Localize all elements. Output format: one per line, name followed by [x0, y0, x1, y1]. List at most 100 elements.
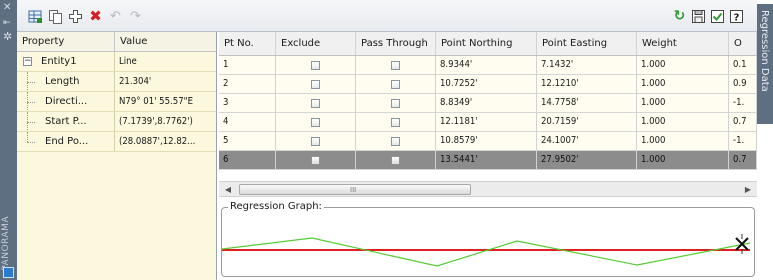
column-header-exclude[interactable]: Exclude [276, 32, 356, 55]
property-row-entity[interactable]: − Entity1 Line [17, 52, 216, 72]
table-row[interactable]: 4 12.1181' 20.7159' 1.000 0.7 [219, 113, 757, 132]
scroll-right-icon[interactable]: ▶ [743, 184, 753, 195]
refresh-icon[interactable]: ↻ [672, 9, 687, 24]
pass-through-cell [356, 151, 436, 169]
collapse-icon[interactable]: − [23, 57, 32, 66]
property-value: N79° 01' 55.57"E [119, 96, 193, 107]
easting-cell[interactable]: 20.7159' [537, 113, 637, 131]
close-icon[interactable]: ✕ [3, 3, 11, 13]
easting-cell[interactable]: 27.9502' [537, 151, 637, 169]
northing-cell[interactable]: 8.9344' [436, 56, 537, 74]
pass-through-checkbox[interactable] [391, 60, 400, 70]
pass-through-checkbox[interactable] [391, 98, 400, 108]
easting-cell[interactable]: 14.7758' [537, 94, 637, 112]
weight-cell[interactable]: 1.000 [637, 94, 729, 112]
pass-through-checkbox[interactable] [391, 79, 400, 89]
properties-icon[interactable]: ✲ [3, 31, 12, 42]
horizontal-scrollbar[interactable]: ◀ III ▶ [219, 181, 757, 197]
redo-icon[interactable]: ↷ [128, 9, 143, 24]
panorama-label: PANORAMA [1, 216, 11, 271]
exclude-checkbox[interactable] [311, 155, 320, 165]
property-value: 21.304' [119, 76, 152, 87]
easting-cell[interactable]: 7.1432' [537, 56, 637, 74]
truncated-cell: 0.9 [729, 75, 757, 93]
table-row[interactable]: 1 8.9344' 7.1432' 1.000 0.1 [219, 56, 757, 75]
property-row-length[interactable]: Length 21.304' [17, 72, 216, 92]
help-icon[interactable]: ? [729, 9, 744, 24]
toolbar: ✖ ↶ ↷ ↻ ? [17, 0, 757, 32]
easting-cell[interactable]: 24.1007' [537, 132, 637, 150]
palette-strip: ✕ ⇤ ✲ PANORAMA [0, 0, 17, 280]
delete-icon[interactable]: ✖ [88, 9, 103, 24]
property-column-header[interactable]: Property [17, 32, 115, 51]
regression-graph-panel: Regression Graph: [221, 201, 755, 277]
add-icon[interactable] [68, 9, 83, 24]
exclude-cell [276, 94, 356, 112]
weight-cell[interactable]: 1.000 [637, 151, 729, 169]
column-header-weight[interactable]: Weight [637, 32, 729, 55]
exclude-checkbox[interactable] [311, 117, 320, 127]
property-key-cell: Start P... [17, 112, 115, 131]
value-column-header[interactable]: Value [115, 32, 147, 51]
exclude-checkbox[interactable] [311, 79, 320, 89]
property-value: (28.0887',12.82... [119, 136, 196, 147]
save-icon[interactable] [691, 9, 706, 24]
property-value: (7.1739',8.7762') [119, 116, 193, 127]
property-row-end-point[interactable]: End Po... (28.0887',12.82... [17, 132, 216, 152]
panorama-app-icon[interactable] [3, 267, 14, 278]
table-row[interactable]: 3 8.8349' 14.7758' 1.000 -1. [219, 94, 757, 113]
scrollbar-grip: III [350, 186, 357, 194]
regression-data-tab[interactable]: Regression Data [757, 4, 773, 124]
truncated-cell: 0.7 [729, 151, 757, 169]
property-header: Property Value [17, 32, 216, 52]
northing-cell[interactable]: 12.1181' [436, 113, 537, 131]
weight-cell[interactable]: 1.000 [637, 56, 729, 74]
truncated-cell: -1. [729, 132, 757, 150]
property-row-direction[interactable]: Directi... N79° 01' 55.57"E [17, 92, 216, 112]
property-key-cell: Length [17, 72, 115, 91]
copy-icon[interactable] [48, 9, 63, 24]
property-key-cell: End Po... [17, 132, 115, 151]
weight-cell[interactable]: 1.000 [637, 113, 729, 131]
exclude-checkbox[interactable] [311, 136, 320, 146]
column-header-pt-no[interactable]: Pt No. [219, 32, 276, 55]
column-header-truncated[interactable]: O [729, 32, 757, 55]
tree-line [27, 142, 35, 143]
exclude-checkbox[interactable] [311, 60, 320, 70]
exclude-checkbox[interactable] [311, 98, 320, 108]
weight-cell[interactable]: 1.000 [637, 132, 729, 150]
undo-icon[interactable]: ↶ [108, 9, 123, 24]
pt-no-cell: 6 [219, 151, 276, 169]
northing-cell[interactable]: 10.8579' [436, 132, 537, 150]
column-header-point-northing[interactable]: Point Northing [436, 32, 537, 55]
property-row-start-point[interactable]: Start P... (7.1739',8.7762') [17, 112, 216, 132]
pass-through-cell [356, 132, 436, 150]
table-row[interactable]: 6 13.5441' 27.9502' 1.000 0.7 [219, 151, 757, 170]
scroll-left-icon[interactable]: ◀ [223, 184, 233, 195]
column-header-pass-through[interactable]: Pass Through [356, 32, 436, 55]
northing-cell[interactable]: 10.7252' [436, 75, 537, 93]
exclude-cell [276, 113, 356, 131]
column-header-point-easting[interactable]: Point Easting [537, 32, 637, 55]
accept-icon[interactable] [710, 9, 725, 24]
pt-no-cell: 3 [219, 94, 276, 112]
table-row[interactable]: 5 10.8579' 24.1007' 1.000 -1. [219, 132, 757, 151]
pass-through-cell [356, 75, 436, 93]
tree-line [27, 82, 35, 83]
pass-through-checkbox[interactable] [391, 136, 400, 146]
pass-through-checkbox[interactable] [391, 155, 400, 165]
easting-cell[interactable]: 12.1210' [537, 75, 637, 93]
property-pane: Property Value − Entity1 Line Length 21.… [17, 32, 217, 280]
northing-cell[interactable]: 13.5441' [436, 151, 537, 169]
weight-cell[interactable]: 1.000 [637, 75, 729, 93]
pt-no-cell: 2 [219, 75, 276, 93]
data-line [222, 237, 751, 267]
scrollbar-thumb[interactable]: III [239, 184, 471, 195]
grid-body: 1 8.9344' 7.1432' 1.000 0.1 2 10.7252' 12.1210'… [219, 56, 757, 170]
table-row[interactable]: 2 10.7252' 12.1210' 1.000 0.9 [219, 75, 757, 94]
table-add-icon[interactable] [28, 9, 43, 24]
pt-no-cell: 1 [219, 56, 276, 74]
northing-cell[interactable]: 8.8349' [436, 94, 537, 112]
pass-through-checkbox[interactable] [391, 117, 400, 127]
auto-hide-icon[interactable]: ⇤ [3, 18, 11, 28]
